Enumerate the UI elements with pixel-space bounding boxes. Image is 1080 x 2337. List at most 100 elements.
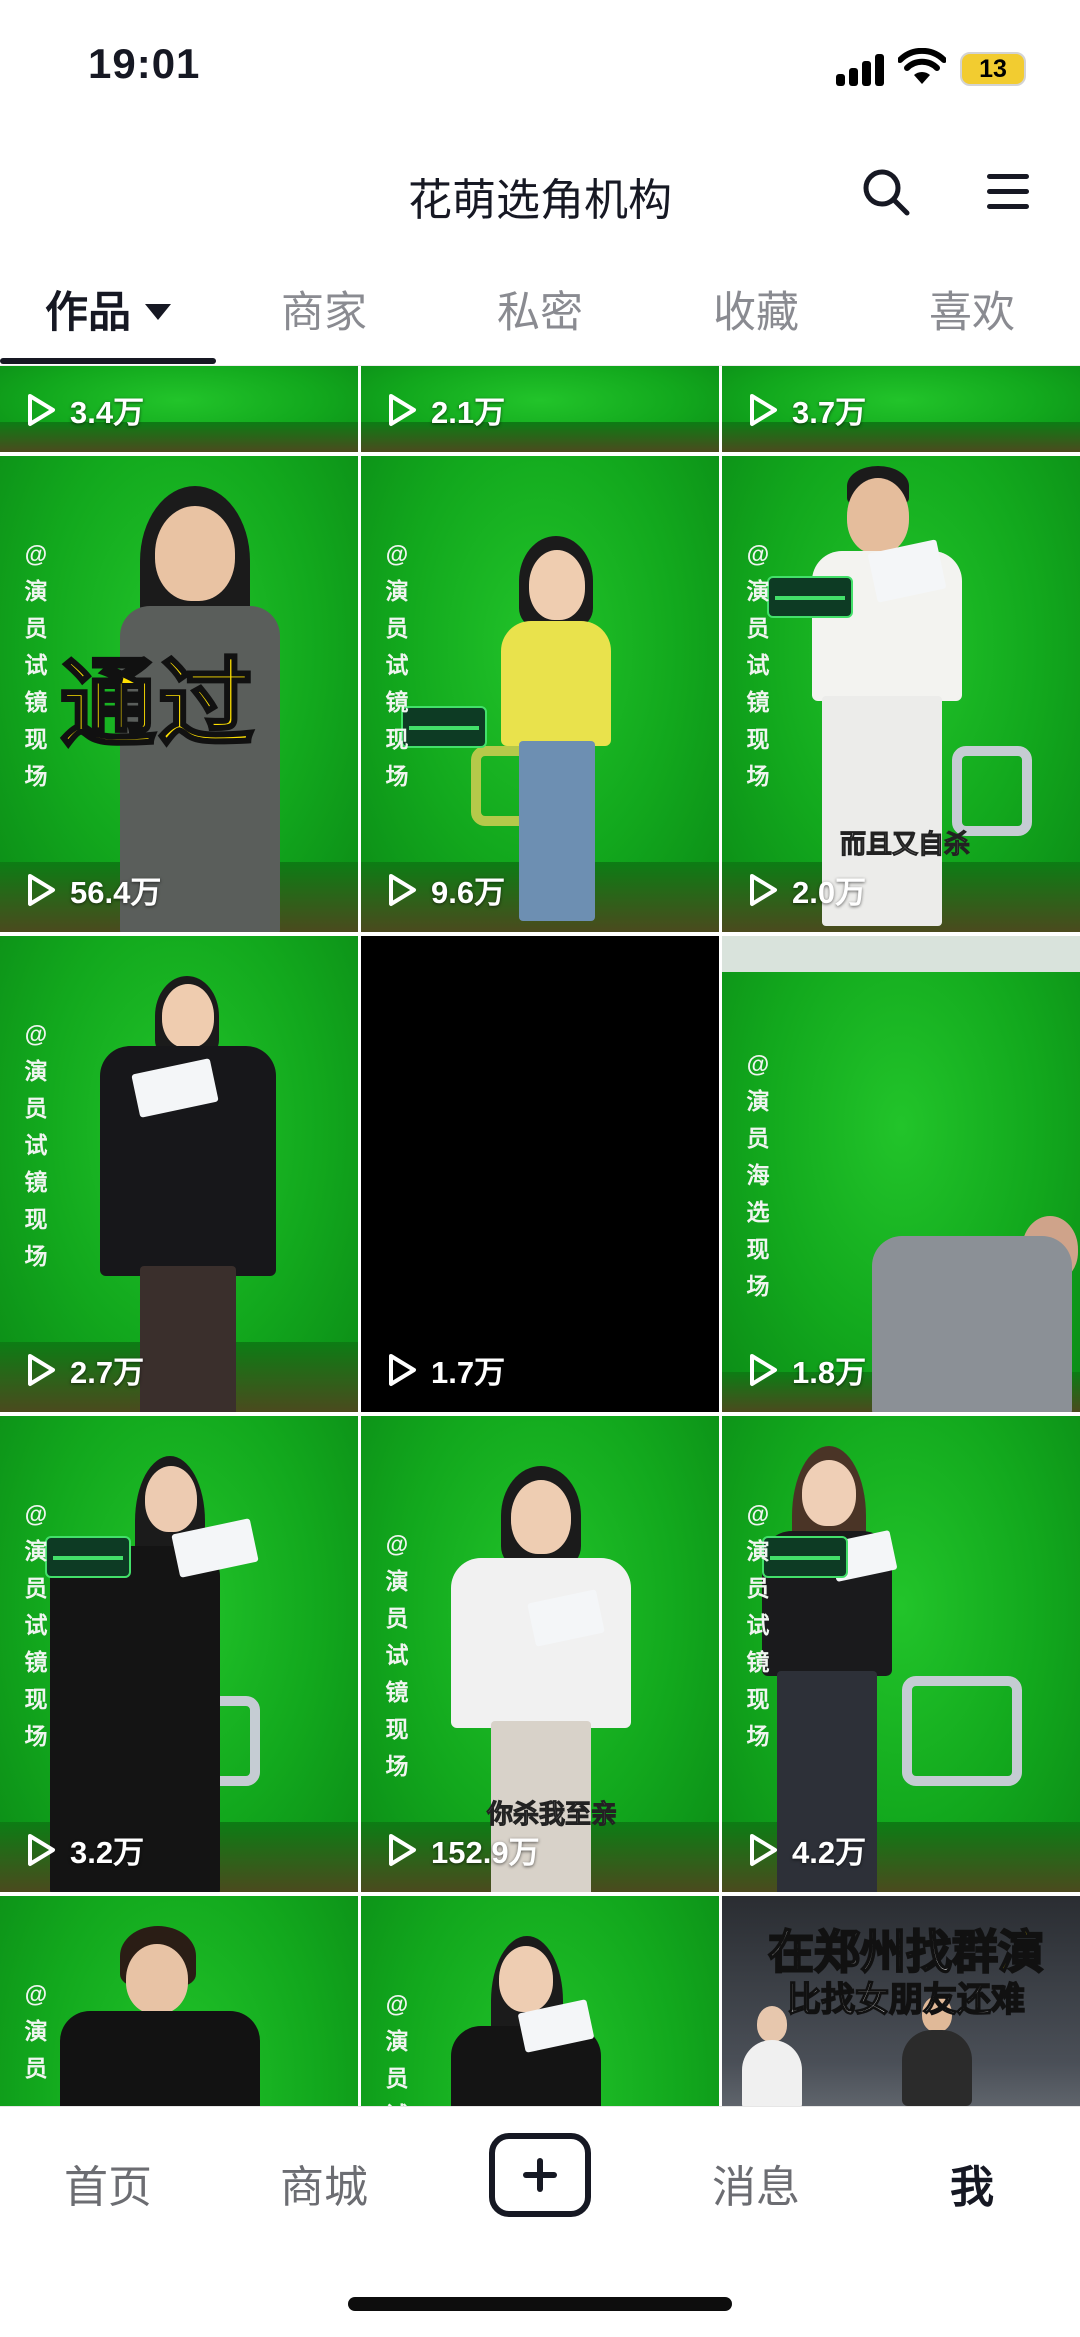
view-count-text: 2.7万 xyxy=(70,1355,145,1390)
nav-messages[interactable]: 消息 xyxy=(648,2151,864,2215)
banner-subline: 比找女朋友还难 xyxy=(786,1980,1026,2020)
view-count-text: 4.2万 xyxy=(792,1835,867,1870)
video-tile[interactable]: 3.7万 xyxy=(722,366,1080,452)
nav-me[interactable]: 我 xyxy=(864,2151,1080,2215)
status-time: 19:01 xyxy=(88,40,201,87)
video-tile[interactable]: @演员试镜现场 9.6万 xyxy=(361,456,719,932)
watermark-tag: @演员海选现场 xyxy=(746,1051,770,1299)
video-tile[interactable]: @演员试镜现场 3.2万 xyxy=(0,1416,358,1892)
tab-private[interactable]: 私密 xyxy=(432,278,648,340)
view-count: 1.8万 xyxy=(748,1347,866,1392)
play-icon xyxy=(389,393,416,426)
score-overlay xyxy=(767,576,853,618)
page-title: 花萌选角机构 xyxy=(408,176,672,225)
play-icon xyxy=(389,1833,416,1866)
view-count: 2.0万 xyxy=(748,867,866,912)
video-tile[interactable]: @演员试镜现场 而且又自杀 2.0万 xyxy=(722,456,1080,932)
video-tile[interactable]: @演员试镜现场 4.2万 xyxy=(722,1416,1080,1892)
active-tab-indicator xyxy=(0,358,216,364)
menu-icon xyxy=(987,174,1029,209)
tab-merchant[interactable]: 商家 xyxy=(216,278,432,340)
play-icon xyxy=(389,873,416,906)
view-count: 4.2万 xyxy=(748,1827,866,1872)
view-count-text: 1.8万 xyxy=(792,1355,867,1390)
view-count: 1.7万 xyxy=(387,1347,505,1392)
video-tile[interactable]: @演员试镜现场 2.7万 xyxy=(0,936,358,1412)
actor-figure xyxy=(752,1446,902,1892)
subtitle-text: 你杀我至亲 xyxy=(486,1799,618,1830)
play-icon xyxy=(750,873,777,906)
subtitle-text: 而且又自杀 xyxy=(839,829,971,860)
watermark-tag: @演员试镜现场 xyxy=(24,1021,48,1269)
view-count: 9.6万 xyxy=(387,867,505,912)
video-tile[interactable]: @演员 xyxy=(0,1896,358,2106)
cellular-signal-icon xyxy=(836,52,886,86)
wifi-icon xyxy=(898,48,946,84)
view-count-text: 152.9万 xyxy=(431,1835,540,1870)
actor-figure xyxy=(501,536,611,926)
score-overlay xyxy=(45,1536,131,1578)
video-tile[interactable]: 2.1万 xyxy=(361,366,719,452)
banner-text: 在郑州找 xyxy=(767,1925,953,1979)
actor-figure xyxy=(872,1216,1080,1412)
home-indicator xyxy=(348,2297,732,2311)
video-tile[interactable]: 3.4万 xyxy=(0,366,358,452)
chair xyxy=(952,746,1032,836)
view-count-text: 56.4万 xyxy=(70,875,162,910)
actor-figure xyxy=(742,2006,802,2106)
view-count-text: 3.2万 xyxy=(70,1835,145,1870)
video-tile[interactable]: 在郑州找群演 比找女朋友还难 xyxy=(722,1896,1080,2106)
view-count-text: 2.0万 xyxy=(792,875,867,910)
menu-button[interactable] xyxy=(980,164,1036,220)
play-icon xyxy=(750,1833,777,1866)
view-count-text: 1.7万 xyxy=(431,1355,506,1390)
play-icon xyxy=(28,1353,55,1386)
watermark-tag: @演员试镜现场 xyxy=(746,541,770,789)
watermark-tag: @演员试镜现场 xyxy=(24,541,48,789)
play-icon xyxy=(750,1353,777,1386)
profile-header: 花萌选角机构 xyxy=(0,140,1080,240)
caret-down-icon xyxy=(145,303,171,320)
watermark-tag: @演员试镜现场 xyxy=(746,1501,770,1749)
create-button[interactable] xyxy=(489,2133,591,2217)
view-count-text: 3.7万 xyxy=(792,395,867,430)
actor-figure xyxy=(60,1926,260,2106)
video-tile[interactable]: @演员试 xyxy=(361,1896,719,2106)
video-grid: 3.4万 2.1万 3.7万 @演员试镜现场 通过 56.4万 @演员试镜现场 … xyxy=(0,366,1080,2106)
video-tile[interactable]: @演员试镜现场 通过 56.4万 xyxy=(0,456,358,932)
score-overlay xyxy=(401,706,487,748)
tab-works[interactable]: 作品 xyxy=(0,278,216,340)
view-count: 3.7万 xyxy=(748,387,866,432)
tab-favorites[interactable]: 收藏 xyxy=(648,278,864,340)
view-count: 152.9万 xyxy=(387,1827,540,1872)
view-count: 56.4万 xyxy=(26,867,161,912)
score-overlay xyxy=(762,1536,848,1578)
caption-text: 通过 xyxy=(59,650,256,760)
watermark-tag: @演员 xyxy=(24,1981,48,2081)
view-count-text: 3.4万 xyxy=(70,395,145,430)
video-tile[interactable]: @演员海选现场 1.8万 xyxy=(722,936,1080,1412)
view-count: 2.1万 xyxy=(387,387,505,432)
video-tile[interactable]: @演员试镜现场 你杀我至亲 152.9万 xyxy=(361,1416,719,1892)
watermark-tag: @演员试镜现场 xyxy=(24,1501,48,1749)
tab-likes[interactable]: 喜欢 xyxy=(864,278,1080,340)
battery-level: 13 xyxy=(979,55,1007,83)
view-count-text: 2.1万 xyxy=(431,395,506,430)
plus-icon xyxy=(523,2158,557,2192)
search-icon xyxy=(863,169,910,216)
tab-label: 作品 xyxy=(45,289,131,337)
video-tile[interactable]: 1.7万 xyxy=(361,936,719,1412)
play-icon xyxy=(750,393,777,426)
view-count: 3.2万 xyxy=(26,1827,144,1872)
play-icon xyxy=(28,1833,55,1866)
search-button[interactable] xyxy=(858,164,914,220)
status-bar: 19:01 13 xyxy=(0,0,1080,135)
play-icon xyxy=(28,393,55,426)
play-icon xyxy=(389,1353,416,1386)
nav-mall[interactable]: 商城 xyxy=(216,2151,432,2215)
play-icon xyxy=(28,873,55,906)
watermark-tag: @演员试 xyxy=(385,1991,409,2106)
chair xyxy=(902,1676,1022,1786)
nav-home[interactable]: 首页 xyxy=(0,2151,216,2215)
view-count: 2.7万 xyxy=(26,1347,144,1392)
